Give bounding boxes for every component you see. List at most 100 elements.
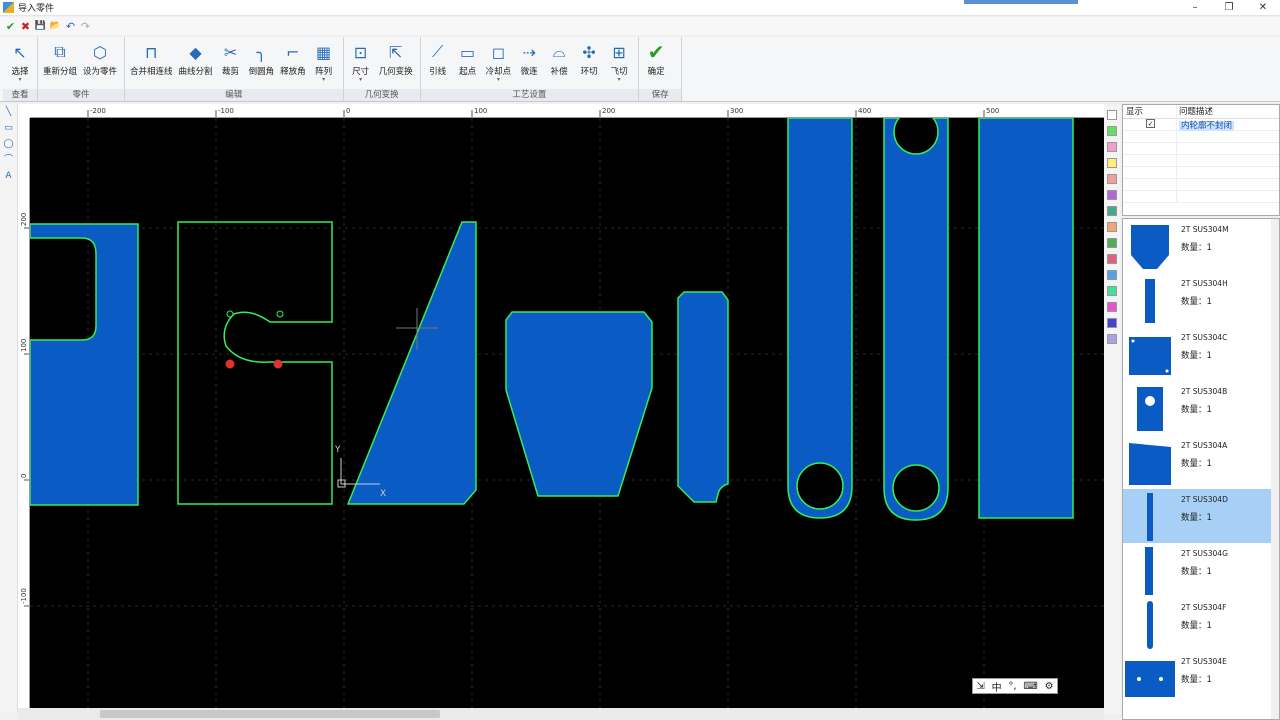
part-list-item[interactable]: 2T SUS304D 数量：1 <box>1123 489 1279 543</box>
ribbon-icon: ✣ <box>582 42 596 62</box>
layer-color-swatch[interactable] <box>1107 334 1117 344</box>
part-list-item[interactable]: 2T SUS304H 数量：1 <box>1123 273 1279 327</box>
ribbon-icon: ⊡ <box>353 42 368 62</box>
parts-scrollbar[interactable] <box>1271 219 1279 719</box>
part-thumbnail <box>1137 387 1163 431</box>
ribbon-button-label: 释放角 <box>280 67 306 77</box>
arc-tool-icon[interactable]: ⌒ <box>0 152 17 168</box>
part-list-item[interactable]: 2T SUS304F 数量：1 <box>1123 597 1279 651</box>
part-list-item[interactable]: 2T SUS304B 数量：1 <box>1123 381 1279 435</box>
part-quantity: 数量：1 <box>1181 621 1212 631</box>
layer-color-swatch[interactable] <box>1107 174 1117 184</box>
part-left-bracket[interactable] <box>30 223 139 506</box>
qat-save-icon[interactable]: 💾 <box>33 21 48 31</box>
layer-color-swatch[interactable] <box>1107 286 1117 296</box>
part-thumbnail <box>1125 661 1175 697</box>
title-bar: 导入零件 – ❐ ✕ <box>0 0 1280 16</box>
part-quantity: 数量：1 <box>1181 405 1212 415</box>
layer-color-swatch[interactable] <box>1107 318 1117 328</box>
part-name: 2T SUS304G <box>1181 549 1228 558</box>
layer-color-swatch[interactable] <box>1107 126 1117 136</box>
layer-color-swatch[interactable] <box>1107 110 1117 120</box>
layer-color-swatch[interactable] <box>1107 302 1117 312</box>
ribbon-button-label: 确定 <box>647 67 665 77</box>
part-list-item[interactable]: 2T SUS304A 数量：1 <box>1123 435 1279 489</box>
ribbon-icon: ⧉ <box>54 42 66 61</box>
part-list-item[interactable]: 2T SUS304G 数量：1 <box>1123 543 1279 597</box>
ribbon-icon: ▭ <box>460 42 476 62</box>
minimize-button[interactable]: – <box>1178 0 1212 16</box>
dropdown-arrow-icon: ▾ <box>359 76 363 83</box>
text-tool-icon[interactable]: A <box>0 168 17 184</box>
ribbon-icon: ↖ <box>13 42 27 62</box>
part-quantity: 数量：1 <box>1181 297 1212 307</box>
layer-color-swatch[interactable] <box>1107 190 1117 200</box>
settings-icon[interactable]: ⚙ <box>1045 681 1054 692</box>
strip-2-hole-bottom <box>892 464 940 512</box>
v-ruler-label: 100 <box>20 339 28 352</box>
ribbon-icon: ⟋ <box>432 42 444 61</box>
ribbon-button-label: 裁剪 <box>222 67 240 77</box>
strip-2-hole-top <box>893 118 939 155</box>
part-quantity: 数量：1 <box>1181 459 1212 469</box>
window-title: 导入零件 <box>18 4 55 14</box>
ribbon-button-label: 微连 <box>520 67 538 77</box>
part-long-strip-3[interactable] <box>978 118 1074 519</box>
vertical-ruler: 200 100 0 -100 <box>18 118 30 708</box>
part-long-strip-1[interactable] <box>787 118 853 519</box>
part-list-item[interactable]: 2T SUS304E 数量：1 <box>1123 651 1279 705</box>
part-thumbnail <box>1147 493 1153 541</box>
issue-checkbox[interactable]: ✓ <box>1146 119 1155 128</box>
ribbon-icon: ╮ <box>256 42 267 62</box>
layer-color-swatch[interactable] <box>1107 206 1117 216</box>
qat-undo-icon[interactable]: ↶ <box>63 20 78 33</box>
part-name: 2T SUS304C <box>1181 333 1228 342</box>
v-ruler-label: 0 <box>20 474 28 478</box>
layer-color-swatch[interactable] <box>1107 238 1117 248</box>
qat-cancel-icon[interactable]: ✖ <box>18 20 33 33</box>
keyboard-icon[interactable]: ⌨ <box>1023 681 1037 692</box>
ribbon-icon: ⊞ <box>612 42 626 62</box>
ruler-corner <box>18 104 30 118</box>
part-list-item[interactable]: 2T SUS304M 数量：1 <box>1123 219 1279 273</box>
part-open-frame[interactable] <box>177 221 333 505</box>
ribbon-group-3: ⊡ 尺寸 ▾ ⇱ 几何变换 几何变换 <box>343 37 421 101</box>
center-view-icon[interactable]: 中 <box>992 679 1002 694</box>
ribbon-button-label: 补偿 <box>550 67 568 77</box>
h-ruler-label: 0 <box>346 107 350 115</box>
ribbon-icon: ✔ <box>647 40 665 64</box>
snap-icon[interactable]: °, <box>1008 681 1016 692</box>
close-button[interactable]: ✕ <box>1246 0 1280 16</box>
qat-open-icon[interactable]: 📂 <box>48 21 63 31</box>
restore-button[interactable]: ❐ <box>1212 0 1246 16</box>
issue-row[interactable]: ✓ 内轮廓不封闭 <box>1123 119 1279 131</box>
v-ruler-label: -100 <box>20 588 28 604</box>
ribbon-button-label: 合并相连线 <box>130 67 173 77</box>
layer-color-swatch[interactable] <box>1107 158 1117 168</box>
part-list-item[interactable]: 2T SUS304C 数量：1 <box>1123 327 1279 381</box>
zoom-fit-icon[interactable]: ⇲ <box>976 681 984 692</box>
horizontal-scrollbar[interactable] <box>18 708 1104 720</box>
scroll-thumb[interactable] <box>100 710 440 718</box>
rect-tool-icon[interactable]: ▭ <box>0 120 17 136</box>
part-trapezoid[interactable] <box>505 311 653 497</box>
circle-tool-icon[interactable]: ◯ <box>0 136 17 152</box>
parts-geometry <box>30 118 1074 521</box>
layer-color-swatch[interactable] <box>1107 254 1117 264</box>
part-narrow-plate[interactable] <box>677 291 729 503</box>
line-tool-icon[interactable]: ╲ <box>0 104 17 120</box>
qat-redo-icon[interactable]: ↷ <box>78 20 93 33</box>
layer-color-swatch[interactable] <box>1107 142 1117 152</box>
part-name: 2T SUS304M <box>1181 225 1229 234</box>
qat-confirm-icon[interactable]: ✔ <box>3 20 18 33</box>
ribbon-group-label: 工艺设置 <box>420 89 639 101</box>
canvas-svg[interactable]: Y X <box>30 118 1104 708</box>
part-triangle[interactable] <box>346 221 477 505</box>
layer-color-swatch[interactable] <box>1107 270 1117 280</box>
layer-color-swatch[interactable] <box>1107 222 1117 232</box>
h-ruler-label: -200 <box>90 107 106 115</box>
ribbon-icon: ▦ <box>316 42 332 62</box>
h-ruler-label: 500 <box>986 107 999 115</box>
part-long-strip-2[interactable] <box>883 118 949 521</box>
drawing-canvas[interactable]: Y X <box>30 118 1104 708</box>
